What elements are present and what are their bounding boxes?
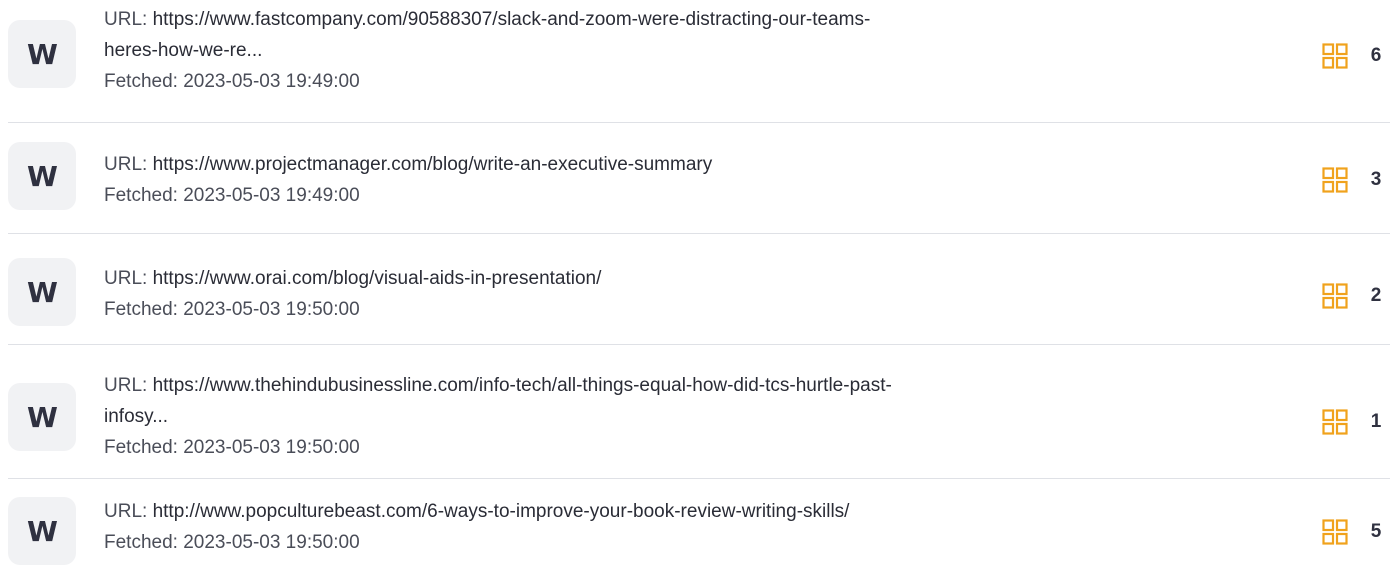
source-url-link[interactable]: https://www.orai.com/blog/visual-aids-in… — [153, 268, 602, 289]
fetched-label: Fetched: — [104, 532, 184, 553]
fetched-line: Fetched: 2023-05-03 19:50:00 — [104, 527, 1244, 558]
url-line: URL: https://www.thehindubusinessline.co… — [104, 370, 1244, 401]
url-line: URL: https://www.orai.com/blog/visual-ai… — [104, 263, 1244, 294]
fetched-line: Fetched: 2023-05-03 19:49:00 — [104, 180, 1244, 211]
fetched-timestamp: 2023-05-03 19:50:00 — [183, 299, 360, 320]
url-label: URL: — [104, 375, 153, 396]
favicon-letter: W — [27, 514, 58, 548]
fetched-timestamp: 2023-05-03 19:50:00 — [183, 532, 360, 553]
website-favicon-badge: W — [8, 142, 76, 210]
grid-icon[interactable] — [1322, 167, 1348, 193]
grid-icon[interactable] — [1322, 409, 1348, 435]
url-line-continued: heres-how-we-re... — [104, 35, 1244, 66]
favicon-letter: W — [27, 159, 58, 193]
grid-icon[interactable] — [1322, 43, 1348, 69]
source-info: URL: https://www.thehindubusinessline.co… — [104, 370, 1244, 463]
url-label: URL: — [104, 9, 153, 30]
fetched-timestamp: 2023-05-03 19:50:00 — [183, 437, 360, 458]
source-info: URL: http://www.popculturebeast.com/6-wa… — [104, 496, 1244, 558]
reference-count: 6 — [1370, 45, 1382, 66]
url-line-continued: infosy... — [104, 401, 1244, 432]
url-label: URL: — [104, 268, 153, 289]
fetched-label: Fetched: — [104, 299, 184, 320]
fetched-timestamp: 2023-05-03 19:49:00 — [183, 185, 360, 206]
website-favicon-badge: W — [8, 383, 76, 451]
website-favicon-badge: W — [8, 258, 76, 326]
source-info: URL: https://www.fastcompany.com/9058830… — [104, 4, 1244, 97]
reference-count: 5 — [1370, 521, 1382, 542]
fetched-line: Fetched: 2023-05-03 19:50:00 — [104, 294, 1244, 325]
url-line: URL: https://www.fastcompany.com/9058830… — [104, 4, 1244, 35]
grid-icon[interactable] — [1322, 519, 1348, 545]
source-info: URL: https://www.projectmanager.com/blog… — [104, 149, 1244, 211]
fetched-label: Fetched: — [104, 185, 184, 206]
row-divider — [8, 233, 1390, 234]
row-divider — [8, 478, 1390, 479]
reference-count: 2 — [1370, 285, 1382, 306]
url-label: URL: — [104, 501, 153, 522]
website-favicon-badge: W — [8, 20, 76, 88]
url-label: URL: — [104, 154, 153, 175]
row-divider — [8, 344, 1390, 345]
source-url-link-continued[interactable]: infosy... — [104, 406, 168, 427]
url-line: URL: http://www.popculturebeast.com/6-wa… — [104, 496, 1244, 527]
fetched-line: Fetched: 2023-05-03 19:49:00 — [104, 66, 1244, 97]
fetched-label: Fetched: — [104, 437, 184, 458]
source-list: W URL: https://www.fastcompany.com/90588… — [0, 0, 1390, 587]
favicon-letter: W — [27, 275, 58, 309]
source-url-link[interactable]: https://www.thehindubusinessline.com/inf… — [153, 375, 892, 396]
fetched-line: Fetched: 2023-05-03 19:50:00 — [104, 432, 1244, 463]
fetched-label: Fetched: — [104, 71, 184, 92]
favicon-letter: W — [27, 400, 58, 434]
source-url-link[interactable]: https://www.fastcompany.com/90588307/sla… — [153, 9, 871, 30]
website-favicon-badge: W — [8, 497, 76, 565]
source-info: URL: https://www.orai.com/blog/visual-ai… — [104, 263, 1244, 325]
url-line: URL: https://www.projectmanager.com/blog… — [104, 149, 1244, 180]
reference-count: 1 — [1370, 411, 1382, 432]
source-url-link-continued[interactable]: heres-how-we-re... — [104, 40, 262, 61]
reference-count: 3 — [1370, 169, 1382, 190]
fetched-timestamp: 2023-05-03 19:49:00 — [183, 71, 360, 92]
source-url-link[interactable]: https://www.projectmanager.com/blog/writ… — [153, 154, 713, 175]
source-url-link[interactable]: http://www.popculturebeast.com/6-ways-to… — [153, 501, 850, 522]
row-divider — [8, 122, 1390, 123]
favicon-letter: W — [27, 37, 58, 71]
grid-icon[interactable] — [1322, 283, 1348, 309]
